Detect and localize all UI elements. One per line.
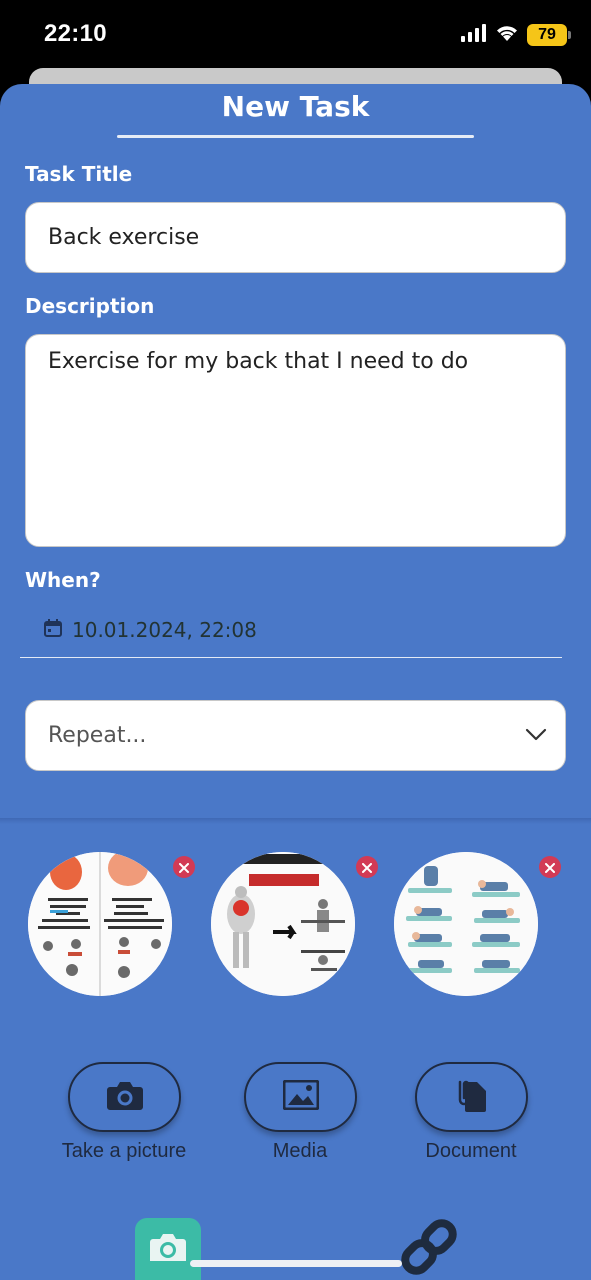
- status-icons: 79: [461, 24, 571, 46]
- document-icon: [457, 1078, 487, 1116]
- camera-icon: [106, 1079, 144, 1115]
- description-label: Description: [25, 294, 155, 318]
- battery-icon: 79: [527, 24, 571, 46]
- description-input[interactable]: Exercise for my back that I need to do: [25, 334, 566, 547]
- date-picker[interactable]: 10.01.2024, 22:08: [44, 618, 257, 642]
- media-label: Media: [272, 1140, 328, 1162]
- task-title-label: Task Title: [25, 162, 133, 186]
- media-button[interactable]: [244, 1062, 357, 1132]
- title-underline: [117, 135, 474, 138]
- camera-icon: [148, 1231, 188, 1267]
- camera-tab[interactable]: [135, 1218, 201, 1280]
- take-picture-label: Take a picture: [61, 1140, 187, 1162]
- when-label: When?: [25, 568, 101, 592]
- chevron-down-icon: [525, 723, 547, 748]
- repeat-select[interactable]: Repeat...: [25, 700, 566, 771]
- attachment-thumbnail-2[interactable]: [211, 852, 355, 996]
- repeat-placeholder: Repeat...: [48, 723, 147, 748]
- date-value: 10.01.2024, 22:08: [72, 618, 257, 642]
- wifi-icon: [495, 24, 519, 46]
- section-divider: [0, 818, 591, 824]
- status-time: 22:10: [44, 20, 107, 47]
- signal-icon: [461, 24, 487, 46]
- remove-attachment-2-button[interactable]: [356, 856, 378, 878]
- document-button[interactable]: [415, 1062, 528, 1132]
- image-icon: [282, 1079, 319, 1114]
- calendar-icon: [44, 618, 62, 642]
- date-underline: [20, 657, 562, 658]
- close-icon: [545, 858, 555, 877]
- take-picture-button[interactable]: [68, 1062, 181, 1132]
- document-label: Document: [425, 1140, 517, 1162]
- remove-attachment-3-button[interactable]: [539, 856, 561, 878]
- attachment-thumbnail-3[interactable]: [394, 852, 538, 996]
- link-icon[interactable]: [396, 1214, 462, 1280]
- status-bar: 22:10 79: [0, 0, 591, 72]
- attachment-thumbnail-1[interactable]: [28, 852, 172, 996]
- remove-attachment-1-button[interactable]: [173, 856, 195, 878]
- close-icon: [179, 858, 189, 877]
- new-task-sheet: New Task Task Title Back exercise Descri…: [0, 84, 591, 1280]
- home-indicator: [190, 1260, 402, 1267]
- page-title: New Task: [221, 90, 370, 123]
- task-title-input[interactable]: Back exercise: [25, 202, 566, 273]
- close-icon: [362, 858, 372, 877]
